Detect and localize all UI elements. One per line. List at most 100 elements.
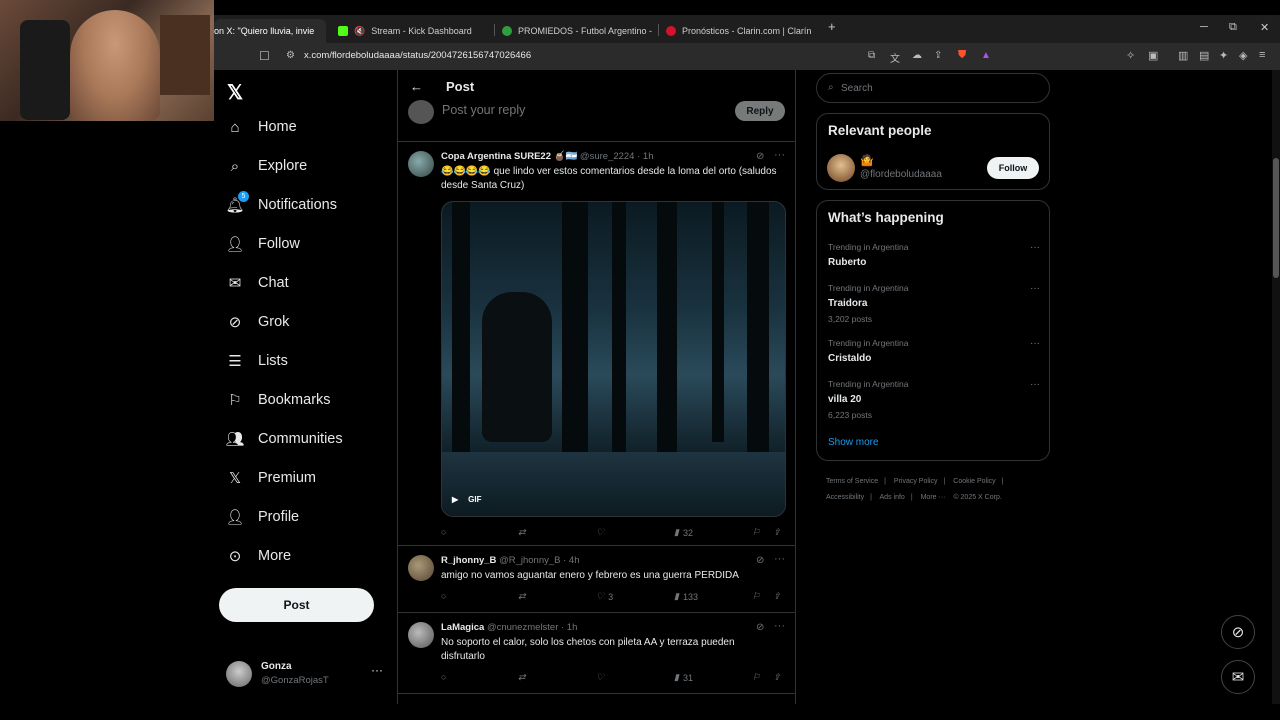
avatar[interactable] <box>827 154 855 182</box>
brave-rewards-icon[interactable]: ▲ <box>981 50 991 61</box>
follow-button[interactable]: Follow <box>987 157 1039 179</box>
cloud-icon[interactable]: ☁ <box>912 50 922 61</box>
translate-icon[interactable]: 文 <box>890 50 900 65</box>
repost-action[interactable]: ⇄ <box>518 527 526 538</box>
tweet-author[interactable]: LaMagica <box>441 622 484 633</box>
like-action[interactable]: ♡ <box>596 527 604 538</box>
like-action[interactable]: ♡ 3 <box>596 591 613 602</box>
reply-tweet[interactable]: R_jhonny_B @R_jhonny_B · 4h ⊘ ··· amigo … <box>398 547 796 613</box>
reply-action[interactable]: ○ <box>441 527 446 537</box>
x-logo-icon[interactable]: 𝕏 <box>227 80 243 105</box>
leo-ai-icon[interactable]: ✦ <box>1219 49 1228 62</box>
avatar[interactable] <box>408 555 434 581</box>
nav-more[interactable]: ⊙ More <box>226 538 291 574</box>
grok-icon[interactable]: ⊘ <box>756 555 764 566</box>
share-action[interactable]: ⇪ <box>773 591 781 602</box>
footer-link[interactable]: Ads info <box>880 494 905 501</box>
nav-communities[interactable]: 👥︎ Communities <box>225 421 342 457</box>
repost-action[interactable]: ⇄ <box>518 672 526 683</box>
media-icon[interactable]: ▣ <box>1148 49 1158 62</box>
reply-tweet[interactable]: LaMagica @cnunezmelster · 1h ⊘ ··· No so… <box>398 614 796 694</box>
more-icon[interactable]: ··· <box>774 149 785 161</box>
repost-action[interactable]: ⇄ <box>518 591 526 602</box>
page-scrollbar[interactable] <box>1272 70 1280 704</box>
more-icon[interactable]: ··· <box>774 620 785 632</box>
more-icon[interactable]: ··· <box>371 663 383 677</box>
play-icon[interactable]: ▶ <box>452 495 458 504</box>
bookmark-action[interactable]: ⚐ <box>752 672 760 683</box>
menu-icon[interactable]: ≡ <box>1259 49 1265 61</box>
restore-icon[interactable]: ⧉ <box>1229 21 1237 34</box>
url-text[interactable]: x.com/flordeboludaaaa/status/20047261567… <box>304 50 531 61</box>
more-icon[interactable]: ··· <box>774 553 785 565</box>
search-input[interactable]: ⌕ Search <box>816 73 1050 103</box>
nav-notifications[interactable]: 🔔︎ 5 Notifications <box>225 187 337 223</box>
minimize-icon[interactable]: ─ <box>1200 21 1208 33</box>
grok-icon[interactable]: ⊘ <box>756 151 764 162</box>
back-arrow-icon[interactable]: ← <box>410 79 423 94</box>
nav-profile[interactable]: 👤︎ Profile <box>225 499 299 535</box>
reply-input[interactable]: Post your reply <box>442 103 525 117</box>
footer-link[interactable]: Accessibility <box>826 494 864 501</box>
more-icon[interactable]: ··· <box>1030 338 1040 349</box>
wallet-icon[interactable]: ▤ <box>1199 49 1209 62</box>
extensions-icon[interactable]: ✧ <box>1126 49 1135 62</box>
avatar[interactable] <box>408 151 434 177</box>
footer-link[interactable]: More ··· <box>921 494 946 501</box>
nav-lists[interactable]: ☰ Lists <box>226 343 288 379</box>
like-action[interactable]: ♡ <box>596 672 604 683</box>
views-action[interactable]: ▮ 133 <box>674 591 698 602</box>
gif-media[interactable]: ▶ GIF <box>441 201 786 517</box>
nav-chat[interactable]: ✉ Chat <box>226 265 289 301</box>
trend-item[interactable]: Trending in Argentina Cristaldo ··· <box>828 338 1040 364</box>
nav-bookmarks[interactable]: ⚐ Bookmarks <box>226 382 330 418</box>
reply-action[interactable]: ○ <box>441 591 446 601</box>
sidebar-icon[interactable]: ▥ <box>1178 49 1188 62</box>
footer-link[interactable]: Cookie Policy <box>953 478 995 485</box>
nav-home[interactable]: ⌂ Home <box>226 109 296 145</box>
grok-icon[interactable]: ⊘ <box>756 622 764 633</box>
show-more-link[interactable]: Show more <box>828 437 879 448</box>
open-external-icon[interactable]: ⧉ <box>868 50 875 61</box>
more-icon[interactable]: ··· <box>1030 283 1040 294</box>
new-tab-icon[interactable]: + <box>828 19 836 34</box>
tweet-author[interactable]: R_jhonny_B <box>441 555 496 566</box>
views-action[interactable]: ▮ 31 <box>674 672 693 683</box>
post-button[interactable]: Post <box>219 588 374 622</box>
tab-kick[interactable]: 🔇 Stream - Kick Dashboard <box>338 19 488 43</box>
footer-link[interactable]: Terms of Service <box>826 478 878 485</box>
share-icon[interactable]: ⇪ <box>934 50 942 61</box>
messages-float-button[interactable]: ✉ <box>1221 660 1255 694</box>
site-settings-icon[interactable]: ⚙ <box>286 50 295 61</box>
nav-premium[interactable]: 𝕏 Premium <box>226 460 316 496</box>
more-icon[interactable]: ··· <box>1030 242 1040 253</box>
tab-x-post[interactable]: on X: "Quiero lluvia, invie ✕ <box>214 19 326 43</box>
share-action[interactable]: ⇪ <box>773 672 781 683</box>
nav-follow[interactable]: 👤︎ Follow <box>225 226 299 262</box>
scrollbar-thumb[interactable] <box>1273 158 1279 278</box>
views-action[interactable]: ▮ 32 <box>674 527 693 538</box>
tab-clarin[interactable]: Pronósticos - Clarin.com | Clarín <box>666 19 816 43</box>
user-display-name[interactable]: 🤷 <box>860 154 874 167</box>
brave-shield-icon[interactable]: ⛊ <box>958 49 966 62</box>
reply-button[interactable]: Reply <box>735 101 785 121</box>
trend-item[interactable]: Trending in Argentina villa 20 6,223 pos… <box>828 379 1040 420</box>
nav-explore[interactable]: ⌕ Explore <box>226 148 307 184</box>
share-action[interactable]: ⇪ <box>773 527 781 538</box>
bookmark-page-icon[interactable]: ☐ <box>259 49 270 63</box>
footer-link[interactable]: Privacy Policy <box>894 478 938 485</box>
nav-grok[interactable]: ⊘ Grok <box>226 304 290 340</box>
grok-float-button[interactable]: ⊘ <box>1221 615 1255 649</box>
bookmark-action[interactable]: ⚐ <box>752 527 760 538</box>
tweet-author[interactable]: Copa Argentina SURE22 🧉🇦🇷 <box>441 151 577 162</box>
vpn-icon[interactable]: ◈ <box>1239 49 1247 62</box>
bookmark-action[interactable]: ⚐ <box>752 591 760 602</box>
trend-item[interactable]: Trending in Argentina Traidora 3,202 pos… <box>828 283 1040 324</box>
avatar[interactable] <box>408 622 434 648</box>
reply-tweet[interactable]: Copa Argentina SURE22 🧉🇦🇷 @sure_2224 · 1… <box>398 143 796 546</box>
reply-action[interactable]: ○ <box>441 672 446 682</box>
trend-item[interactable]: Trending in Argentina Ruberto ··· <box>828 242 1040 268</box>
close-window-icon[interactable]: ✕ <box>1260 21 1269 34</box>
tab-promiedos[interactable]: PROMIEDOS - Futbol Argentino - Fix <box>502 19 652 43</box>
more-icon[interactable]: ··· <box>1030 379 1040 390</box>
